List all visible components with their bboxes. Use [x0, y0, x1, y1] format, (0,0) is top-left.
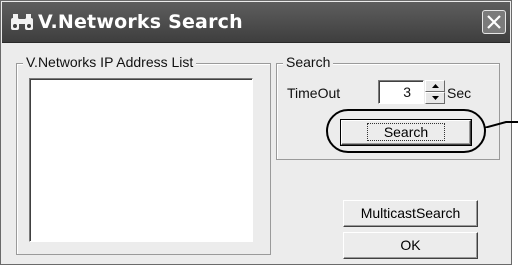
spin-up-button[interactable]: [425, 80, 445, 92]
arrow-down-icon: [432, 96, 439, 100]
title-bar[interactable]: V.Networks Search: [2, 2, 510, 43]
search-dialog: V.Networks Search V.Networks IP Address …: [0, 0, 512, 265]
close-button[interactable]: [482, 10, 506, 34]
ok-button[interactable]: OK: [343, 232, 478, 259]
window-title: V.Networks Search: [38, 11, 243, 33]
binoculars-icon: [11, 14, 33, 30]
ip-address-group: V.Networks IP Address List: [16, 54, 271, 255]
seconds-unit-label: Sec: [447, 85, 472, 101]
timeout-label: TimeOut: [287, 85, 341, 101]
search-button-label: Search: [366, 123, 446, 141]
ip-address-group-label: V.Networks IP Address List: [23, 54, 197, 70]
arrow-up-icon: [432, 84, 439, 88]
multicast-search-button[interactable]: MulticastSearch: [343, 200, 478, 227]
timeout-spinner[interactable]: [425, 80, 445, 104]
timeout-input[interactable]: 3: [378, 80, 424, 104]
search-group: Search: [276, 54, 500, 160]
search-button[interactable]: Search: [340, 119, 472, 146]
ip-address-list[interactable]: [29, 78, 253, 242]
close-icon: [487, 15, 501, 29]
spin-down-button[interactable]: [425, 92, 445, 104]
search-group-label: Search: [283, 54, 334, 70]
